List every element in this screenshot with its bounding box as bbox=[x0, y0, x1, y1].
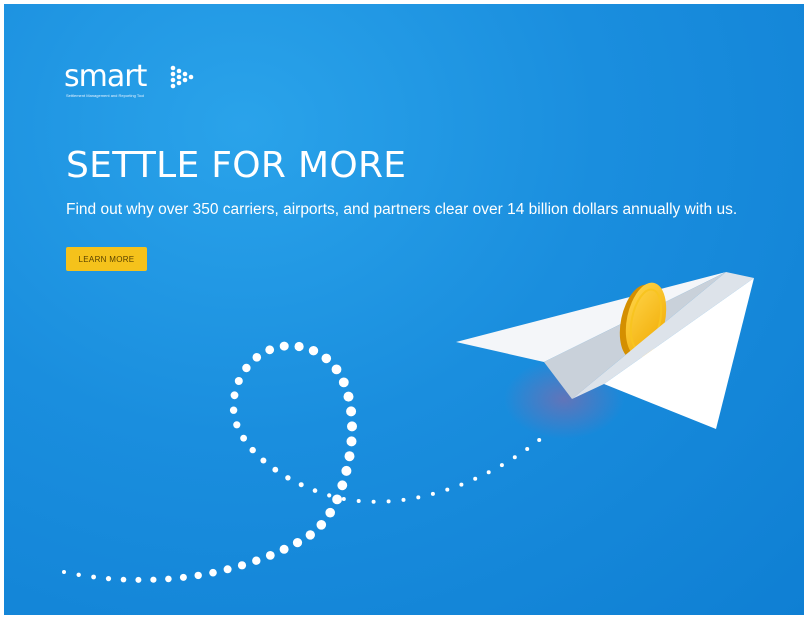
trail-dot bbox=[294, 341, 304, 352]
trail-dot bbox=[209, 568, 217, 577]
trail-dot bbox=[316, 520, 327, 530]
trail-dot bbox=[325, 507, 336, 518]
trail-dot bbox=[260, 457, 267, 464]
trail-dot bbox=[371, 499, 376, 504]
trail-dot bbox=[537, 438, 542, 442]
trail-dot bbox=[525, 447, 530, 451]
trail-dot bbox=[240, 434, 248, 442]
trail-dot bbox=[265, 551, 275, 560]
trail-dot bbox=[252, 353, 262, 362]
trail-dot bbox=[337, 480, 348, 491]
trail-dot bbox=[459, 482, 464, 487]
trail-dot bbox=[321, 353, 332, 364]
trail-dot bbox=[91, 574, 96, 580]
trail-dot bbox=[135, 576, 142, 583]
trail-dot bbox=[285, 475, 291, 481]
trail-dot bbox=[179, 573, 187, 581]
trail-dot bbox=[430, 491, 435, 496]
trail-dot bbox=[165, 575, 172, 583]
trail-dot bbox=[512, 455, 517, 460]
trail-dot bbox=[298, 482, 304, 488]
trail-dot bbox=[331, 364, 342, 375]
trail-dot bbox=[249, 446, 256, 454]
trail-dot bbox=[347, 421, 357, 432]
trail-dot bbox=[401, 497, 406, 502]
trail-dot bbox=[237, 561, 247, 570]
trail-dot bbox=[76, 572, 81, 577]
trail-dot bbox=[346, 436, 357, 447]
trail-dot bbox=[356, 499, 361, 503]
trail-dot bbox=[230, 391, 239, 400]
trail-dot bbox=[252, 556, 261, 565]
trail-dot bbox=[445, 487, 450, 492]
dotted-flight-trail bbox=[62, 341, 542, 583]
hero-illustration bbox=[62, 272, 754, 583]
trail-dot bbox=[120, 576, 127, 583]
hero-banner: smart Settlement Management and Reportin… bbox=[4, 4, 804, 615]
trail-dot bbox=[344, 451, 355, 462]
trail-dot bbox=[386, 499, 391, 504]
trail-dot bbox=[312, 488, 318, 493]
trail-dot bbox=[338, 377, 349, 388]
trail-dot bbox=[279, 544, 289, 554]
trail-dot bbox=[62, 570, 66, 574]
trail-dot bbox=[234, 377, 243, 385]
trail-dot bbox=[292, 538, 303, 548]
trail-dot bbox=[150, 576, 157, 583]
trail-dot bbox=[308, 346, 319, 356]
trail-dot bbox=[105, 576, 112, 582]
trail-dot bbox=[233, 421, 241, 429]
trail-dot bbox=[305, 530, 315, 540]
trail-dot bbox=[343, 391, 354, 402]
trail-dot bbox=[223, 565, 232, 574]
trail-dot bbox=[272, 466, 279, 473]
trail-dot bbox=[265, 345, 275, 355]
trail-dot bbox=[486, 470, 491, 475]
trail-dot bbox=[242, 363, 251, 373]
trail-dot bbox=[194, 571, 202, 580]
trail-dot bbox=[341, 465, 352, 476]
trail-dot bbox=[341, 497, 346, 501]
trail-dot bbox=[279, 341, 289, 351]
trail-dot bbox=[499, 463, 504, 468]
trail-dot bbox=[332, 494, 342, 505]
trail-dot bbox=[416, 495, 421, 500]
trail-dot bbox=[229, 406, 238, 414]
trail-dot bbox=[346, 406, 357, 417]
trail-dot bbox=[473, 476, 478, 481]
trail-dot bbox=[327, 493, 332, 498]
